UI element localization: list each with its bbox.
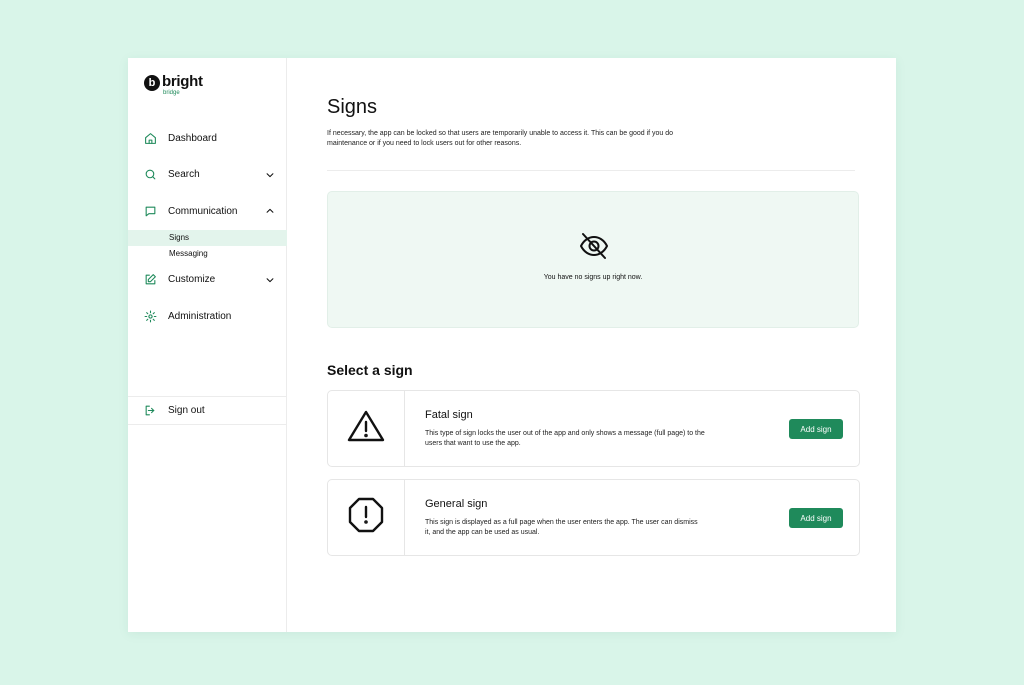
sidebar-item-label: Administration bbox=[168, 310, 232, 322]
sidebar-item-label: Search bbox=[168, 169, 200, 181]
logo-mark: b bbox=[144, 75, 160, 91]
sidebar-item-communication[interactable]: Communication bbox=[128, 193, 287, 230]
sidebar-item-label: Customize bbox=[168, 274, 216, 286]
chevron-up-icon[interactable] bbox=[265, 206, 275, 216]
gear-icon bbox=[144, 310, 157, 323]
warning-triangle-icon bbox=[347, 409, 385, 448]
sidebar-item-label: Communication bbox=[168, 205, 238, 217]
empty-state: You have no signs up right now. bbox=[327, 191, 859, 328]
page-title: Signs bbox=[327, 96, 378, 118]
page-description: If necessary, the app can be locked so t… bbox=[327, 130, 674, 147]
card-title: General sign bbox=[425, 498, 488, 510]
sign-out-button[interactable]: Sign out bbox=[128, 396, 287, 425]
sign-card-general: General sign This sign is displayed as a… bbox=[327, 479, 860, 556]
alert-octagon-icon bbox=[348, 497, 384, 538]
sidebar: b bright bridge Dashboard Search Communi… bbox=[128, 58, 287, 632]
sidebar-item-administration[interactable]: Administration bbox=[128, 298, 287, 335]
card-title: Fatal sign bbox=[425, 409, 473, 421]
chat-icon bbox=[144, 205, 157, 218]
search-icon bbox=[144, 168, 157, 181]
app-window: b bright bridge Dashboard Search Communi… bbox=[128, 58, 896, 632]
chevron-down-icon[interactable] bbox=[265, 275, 275, 285]
eye-off-icon bbox=[579, 232, 609, 260]
sign-out-label: Sign out bbox=[168, 405, 205, 416]
logo[interactable]: b bright bridge bbox=[144, 74, 203, 97]
card-icon-cell bbox=[328, 391, 405, 466]
sidebar-subitem-signs[interactable]: Signs bbox=[128, 229, 287, 246]
sidebar-item-customize[interactable]: Customize bbox=[128, 262, 287, 299]
add-fatal-sign-button[interactable]: Add sign bbox=[789, 419, 843, 439]
sidebar-item-dashboard[interactable]: Dashboard bbox=[128, 120, 287, 157]
divider bbox=[327, 170, 855, 171]
sidebar-subitem-messaging[interactable]: Messaging bbox=[128, 246, 287, 262]
main-content: Signs If necessary, the app can be locke… bbox=[287, 58, 896, 632]
sign-card-fatal: Fatal sign This type of sign locks the u… bbox=[327, 390, 860, 467]
sidebar-item-search[interactable]: Search bbox=[128, 157, 287, 194]
card-description: This sign is displayed as a full page wh… bbox=[425, 519, 698, 536]
chevron-down-icon[interactable] bbox=[265, 170, 275, 180]
edit-icon bbox=[144, 273, 157, 286]
logo-sub: bridge bbox=[163, 90, 180, 96]
communication-submenu: Signs Messaging bbox=[128, 229, 287, 262]
logo-name: bright bbox=[162, 73, 203, 90]
add-general-sign-button[interactable]: Add sign bbox=[789, 508, 843, 528]
sign-out-icon bbox=[144, 404, 157, 417]
card-icon-cell bbox=[328, 480, 405, 555]
section-title: Select a sign bbox=[327, 362, 413, 378]
sidebar-item-label: Dashboard bbox=[168, 132, 217, 144]
empty-state-text: You have no signs up right now. bbox=[543, 274, 643, 281]
home-icon bbox=[144, 132, 157, 145]
card-description: This type of sign locks the user out of … bbox=[425, 430, 705, 447]
sidebar-nav: Dashboard Search Communication Signs Mes… bbox=[128, 120, 287, 335]
